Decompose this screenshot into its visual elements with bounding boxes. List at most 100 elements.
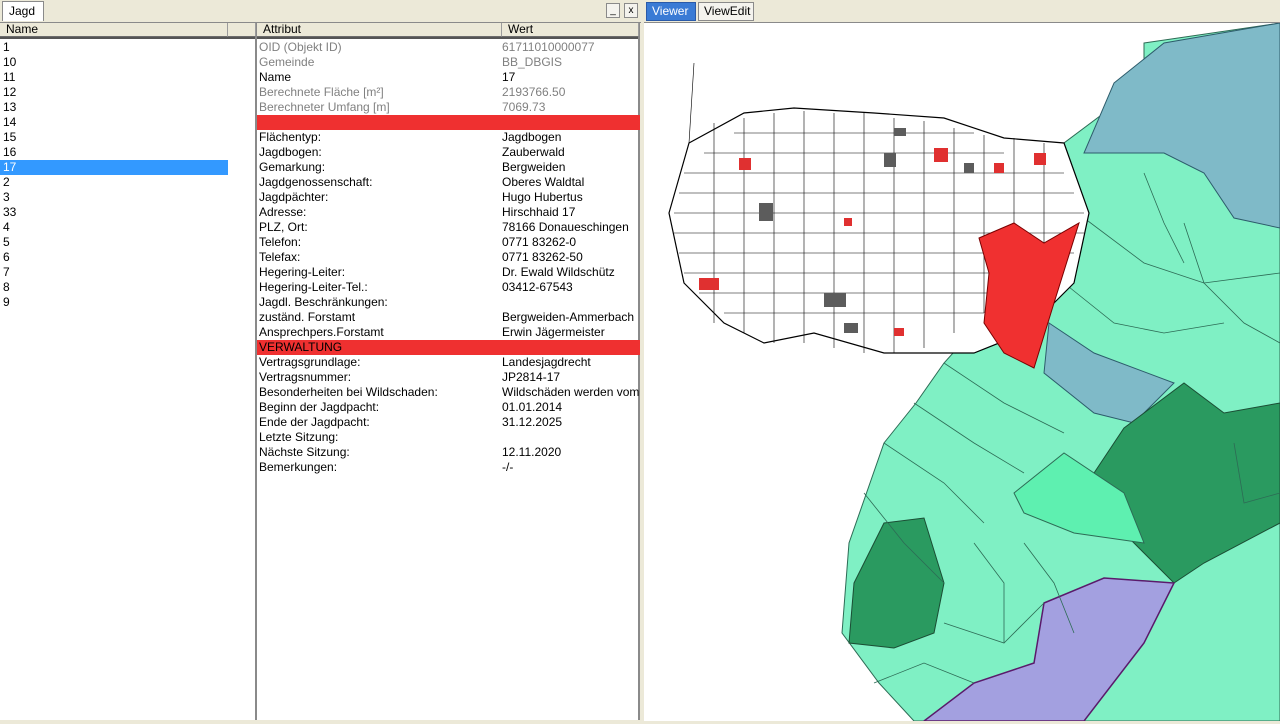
attribute-key: Jagdpächter: (259, 190, 329, 204)
list-item[interactable]: 17 (0, 160, 228, 175)
attribute-key: Hegering-Leiter: (259, 265, 346, 279)
attribute-row[interactable]: Vertragsnummer: JP2814-17 (257, 370, 640, 385)
attribute-row[interactable]: zuständ. Forstamt Bergweiden-Ammerbach (257, 310, 640, 325)
attribute-key: Hegering-Leiter-Tel.: (259, 280, 368, 294)
attribute-row[interactable]: Ansprechpers.Forstamt Erwin Jägermeister (257, 325, 640, 340)
attribute-key: Name (259, 70, 292, 84)
attribute-key: Besonderheiten bei Wildschaden: (259, 385, 438, 399)
attribute-value: 0771 83262-0 (502, 235, 577, 249)
list-item[interactable]: 7 (0, 265, 228, 280)
column-header-wert[interactable]: Wert (502, 23, 639, 37)
list-item[interactable]: 13 (0, 100, 228, 115)
attribute-row[interactable]: Ende der Jagdpacht: 31.12.2025 (257, 415, 640, 430)
attribute-value: 01.01.2014 (502, 400, 563, 414)
attribute-key: Gemarkung: (259, 160, 326, 174)
attribute-row[interactable]: Beginn der Jagdpacht: 01.01.2014 (257, 400, 640, 415)
attribute-key: Ende der Jagdpacht: (259, 415, 370, 429)
column-header-filler (228, 23, 256, 37)
list-item[interactable]: 15 (0, 130, 228, 145)
list-item[interactable]: 12 (0, 85, 228, 100)
column-header-attribut[interactable]: Attribut (257, 23, 502, 37)
attribute-key: Bemerkungen: (259, 460, 338, 474)
list-item[interactable]: 1 (0, 40, 228, 55)
attribute-key: VERWALTUNG (259, 340, 343, 354)
tab-viewer[interactable]: Viewer (646, 2, 696, 21)
column-header-name[interactable]: Name (0, 23, 228, 37)
attribute-key: Nächste Sitzung: (259, 445, 350, 459)
list-item[interactable]: 6 (0, 250, 228, 265)
attribute-value: Dr. Ewald Wildschütz (502, 265, 615, 279)
tab-viewedit[interactable]: ViewEdit (698, 2, 754, 21)
attribute-row[interactable]: VERWALTUNG (257, 340, 640, 355)
attribute-key: zuständ. Forstamt (259, 310, 356, 324)
attribute-value: 17 (502, 70, 516, 84)
attribute-value: JP2814-17 (502, 370, 561, 384)
list-item[interactable]: 14 (0, 115, 228, 130)
attribute-row[interactable]: Vertragsgrundlage: Landesjagdrecht (257, 355, 640, 370)
attribute-row[interactable]: Berechnete Fläche [m²] 2193766.50 (257, 85, 640, 100)
attribute-row[interactable]: Telefon: 0771 83262-0 (257, 235, 640, 250)
attribute-key: Jagdbogen: (259, 145, 322, 159)
left-tab-bar: Jagd _ x (0, 0, 641, 23)
attribute-key: Adresse: (259, 205, 307, 219)
attribute-row[interactable]: Berechneter Umfang [m] 7069.73 (257, 100, 640, 115)
attribute-key: Gemeinde (259, 55, 315, 69)
attribute-row[interactable]: Gemeinde BB_DBGIS (257, 55, 640, 70)
attribute-row[interactable]: Adresse: Hirschhaid 17 (257, 205, 640, 220)
attribute-value: Bergweiden-Ammerbach (502, 310, 635, 324)
attribute-row[interactable]: Hegering-Leiter-Tel.: 03412-67543 (257, 280, 640, 295)
attribute-key: Beginn der Jagdpacht: (259, 400, 380, 414)
tab-jagd[interactable]: Jagd (2, 1, 44, 21)
map-viewer[interactable] (644, 22, 1280, 722)
map-canvas[interactable] (644, 22, 1280, 722)
attribute-value: 7069.73 (502, 100, 546, 114)
list-item[interactable]: 4 (0, 220, 228, 235)
list-item[interactable]: 10 (0, 55, 228, 70)
attribute-table: Attribut Wert OID (Objekt ID) 61711010000… (256, 23, 640, 720)
attribute-row[interactable]: Bemerkungen: -/- (257, 460, 640, 475)
attribute-key: OID (Objekt ID) (259, 40, 342, 54)
attribute-row[interactable]: Jagdbogen: Zauberwald (257, 145, 640, 160)
name-list[interactable]: Name 1 10 11 12 13 14 15 16 17 2 3 33 4 5 6 7 8 9 (0, 23, 256, 720)
attribute-value: -/- (502, 460, 514, 474)
attribute-value: Bergweiden (502, 160, 566, 174)
attribute-row[interactable] (257, 115, 640, 130)
attribute-key: Vertragsgrundlage: (259, 355, 361, 369)
attribute-value: 31.12.2025 (502, 415, 563, 429)
attribute-row[interactable]: Name 17 (257, 70, 640, 85)
list-item[interactable]: 3 (0, 190, 228, 205)
list-item[interactable]: 33 (0, 205, 228, 220)
list-item[interactable]: 9 (0, 295, 228, 310)
attribute-key: PLZ, Ort: (259, 220, 308, 234)
list-item[interactable]: 8 (0, 280, 228, 295)
attribute-key: Berechnete Fläche [m²] (259, 85, 384, 99)
close-button[interactable]: x (624, 3, 638, 18)
attribute-value: BB_DBGIS (502, 55, 563, 69)
attribute-row[interactable]: Nächste Sitzung: 12.11.2020 (257, 445, 640, 460)
attribute-row[interactable]: Besonderheiten bei Wildschaden: Wildschäd… (257, 385, 640, 400)
attribute-row[interactable]: OID (Objekt ID) 61711010000077 (257, 40, 640, 55)
attribute-row[interactable]: Telefax: 0771 83262-50 (257, 250, 640, 265)
minimize-button[interactable]: _ (606, 3, 620, 18)
map-panel: Viewer ViewEdit (644, 0, 1280, 722)
attribute-row[interactable]: Jagdgenossenschaft: Oberes Waldtal (257, 175, 640, 190)
attribute-value: 12.11.2020 (502, 445, 562, 459)
attribute-row[interactable]: PLZ, Ort: 78166 Donaueschingen (257, 220, 640, 235)
attribute-row[interactable]: Jagdl. Beschränkungen: (257, 295, 640, 310)
list-item[interactable]: 11 (0, 70, 228, 85)
list-item[interactable]: 5 (0, 235, 228, 250)
attribute-row[interactable]: Gemarkung: Bergweiden (257, 160, 640, 175)
attribute-value: 03412-67543 (502, 280, 573, 294)
attribute-value: Hugo Hubertus (502, 190, 583, 204)
attribute-row[interactable]: Flächentyp: Jagdbogen (257, 130, 640, 145)
list-item[interactable]: 16 (0, 145, 228, 160)
list-item[interactable]: 2 (0, 175, 228, 190)
attribute-value: 2193766.50 (502, 85, 566, 99)
attribute-row[interactable]: Jagdpächter: Hugo Hubertus (257, 190, 640, 205)
attribute-row[interactable]: Letzte Sitzung: (257, 430, 640, 445)
attribute-value: 61711010000077 (502, 40, 595, 54)
attribute-value: 0771 83262-50 (502, 250, 583, 264)
attribute-key: Flächentyp: (259, 130, 322, 144)
attribute-row[interactable]: Hegering-Leiter: Dr. Ewald Wildschütz (257, 265, 640, 280)
header-divider (0, 37, 255, 39)
